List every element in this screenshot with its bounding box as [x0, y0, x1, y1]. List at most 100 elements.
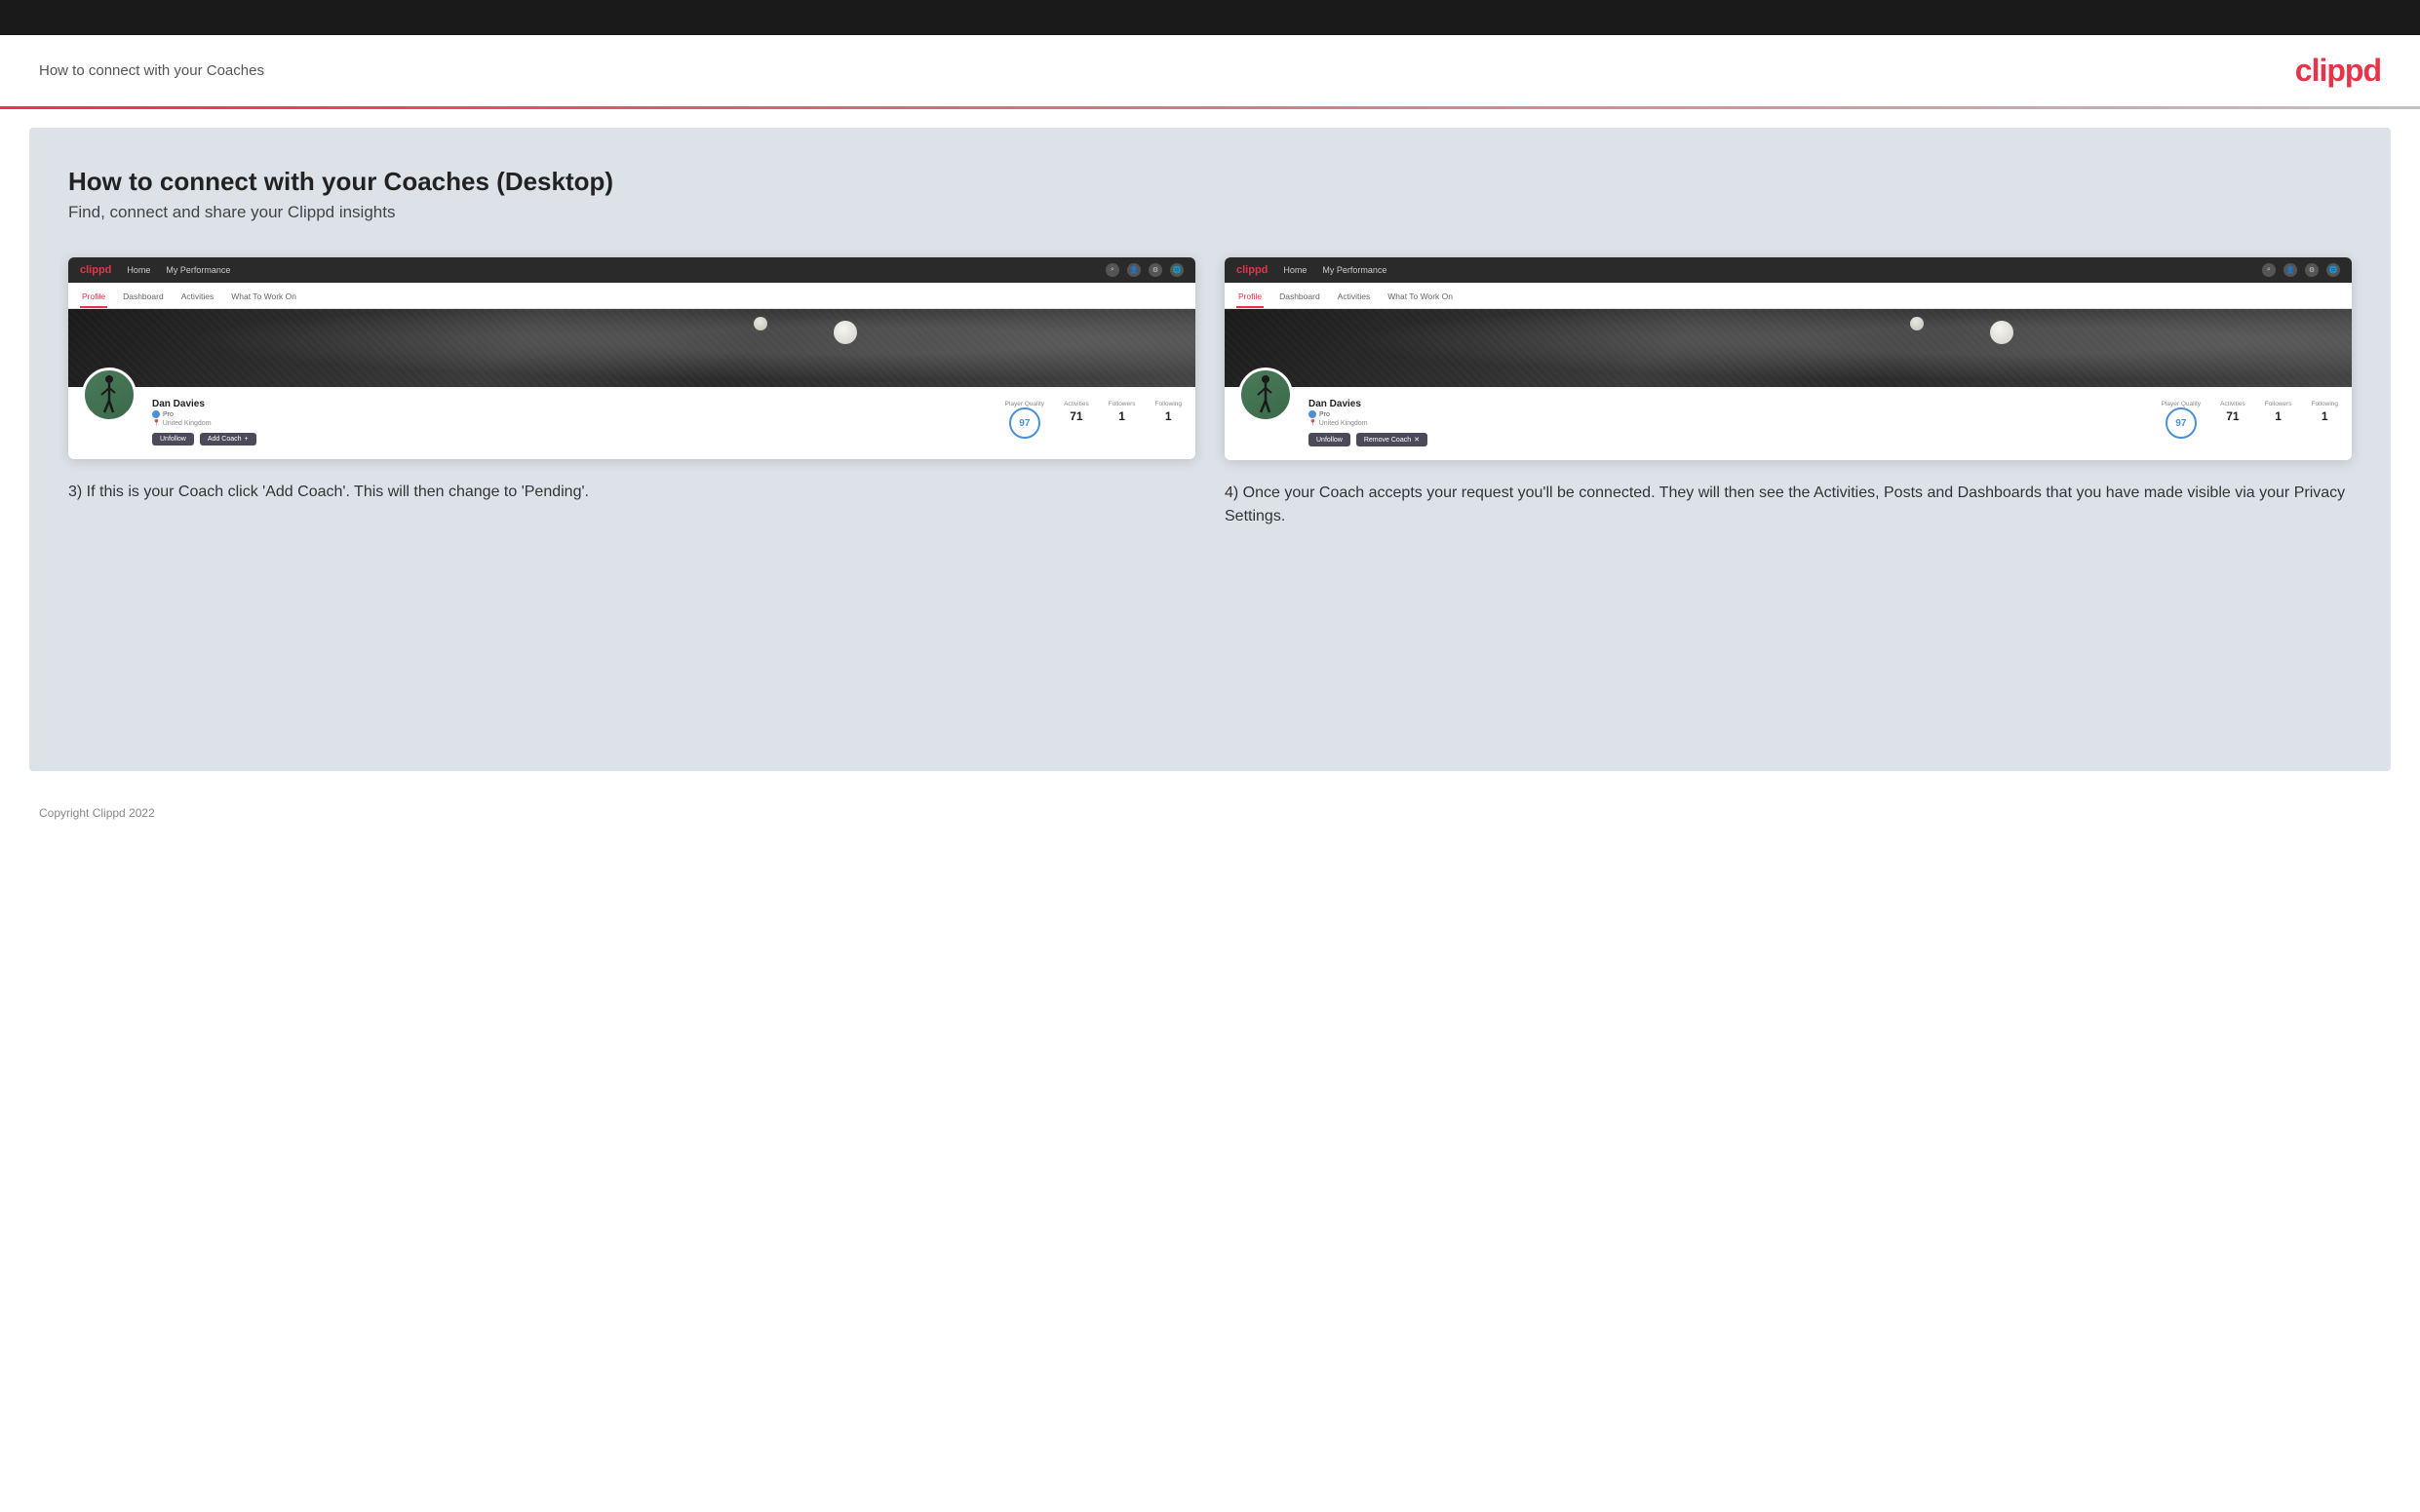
following-value-1: 1	[1165, 409, 1172, 423]
mock-logo-2: clippd	[1236, 264, 1268, 276]
golfer-silhouette-2	[1250, 373, 1281, 416]
footer: Copyright Clippd 2022	[0, 791, 2420, 835]
quality-label-1: Player Quality	[1005, 401, 1044, 407]
stat-followers-1: Followers 1	[1109, 401, 1136, 439]
add-icon-1: +	[245, 436, 249, 443]
action-buttons-2: Unfollow Remove Coach ✕	[1308, 433, 2138, 446]
followers-value-2: 1	[2275, 409, 2282, 423]
mock-hero-2	[1225, 309, 2352, 387]
copyright-text: Copyright Clippd 2022	[39, 806, 155, 820]
mock-nav-2: clippd Home My Performance ⌕ 👤 ⚙ 🌐	[1225, 257, 2352, 283]
location-1: 📍 United Kingdom	[152, 419, 982, 427]
location-pin-icon-1: 📍	[152, 419, 161, 427]
mock-stats-1: Player Quality 97 Activities 71 Follower…	[997, 401, 1182, 439]
stat-activities-2: Activities 71	[2220, 401, 2245, 439]
following-label-1: Following	[1155, 401, 1182, 407]
mock-hero-circle-small-1	[754, 317, 767, 330]
mock-nav-home-1: Home	[127, 265, 150, 275]
mock-profile-section-2: Dan Davies Pro 📍 United Kingdom Unfollow	[1225, 387, 2352, 460]
mock-profile-section-1: Dan Davies Pro 📍 United Kingdom Unfollow	[68, 387, 1195, 459]
activities-label-2: Activities	[2220, 401, 2245, 407]
location-text-1: United Kingdom	[163, 420, 212, 427]
mock-tabs-1: Profile Dashboard Activities What To Wor…	[68, 283, 1195, 309]
mock-stats-2: Player Quality 97 Activities 71 Follower…	[2154, 401, 2338, 439]
avatar-2	[1238, 368, 1293, 422]
quality-circle-2: 97	[2166, 407, 2197, 439]
tab-dashboard-1[interactable]: Dashboard	[121, 287, 166, 308]
mock-browser-1: clippd Home My Performance ⌕ 👤 ⚙ 🌐 Profi…	[68, 257, 1195, 459]
mock-hero-overlay-2	[1225, 309, 2352, 387]
tab-what-to-work-on-1[interactable]: What To Work On	[229, 287, 298, 308]
location-text-2: United Kingdom	[1319, 420, 1368, 427]
screenshot-col-1: clippd Home My Performance ⌕ 👤 ⚙ 🌐 Profi…	[68, 257, 1195, 528]
mock-tabs-2: Profile Dashboard Activities What To Wor…	[1225, 283, 2352, 309]
caption-2: 4) Once your Coach accepts your request …	[1225, 482, 2352, 528]
activities-value-1: 71	[1070, 409, 1082, 423]
player-role-2: Pro	[1319, 411, 1330, 418]
clippd-logo: clippd	[2295, 53, 2381, 89]
screenshots-row: clippd Home My Performance ⌕ 👤 ⚙ 🌐 Profi…	[68, 257, 2352, 528]
close-icon-remove-coach: ✕	[1414, 436, 1420, 444]
header-title: How to connect with your Coaches	[39, 62, 264, 79]
mock-hero-1	[68, 309, 1195, 387]
activities-value-2: 71	[2226, 409, 2239, 423]
globe-icon-1: 🌐	[1170, 263, 1184, 277]
mock-nav-home-2: Home	[1283, 265, 1307, 275]
main-content: How to connect with your Coaches (Deskto…	[29, 128, 2391, 771]
player-name-1: Dan Davies	[152, 399, 982, 409]
search-icon-2: ⌕	[2262, 263, 2276, 277]
player-badge-1: Pro	[152, 410, 982, 418]
followers-label-1: Followers	[1109, 401, 1136, 407]
caption-1: 3) If this is your Coach click 'Add Coac…	[68, 481, 1195, 504]
stat-quality-1: Player Quality 97	[1005, 401, 1044, 439]
top-bar	[0, 0, 2420, 35]
activities-label-1: Activities	[1064, 401, 1089, 407]
quality-circle-1: 97	[1009, 407, 1040, 439]
golfer-silhouette-1	[94, 373, 125, 416]
player-role-1: Pro	[163, 411, 174, 418]
unfollow-button-2[interactable]: Unfollow	[1308, 433, 1350, 446]
player-name-2: Dan Davies	[1308, 399, 2138, 409]
unfollow-button-1[interactable]: Unfollow	[152, 433, 194, 446]
mock-nav-icons-2: ⌕ 👤 ⚙ 🌐	[2262, 263, 2340, 277]
mock-logo-1: clippd	[80, 264, 111, 276]
tab-dashboard-2[interactable]: Dashboard	[1277, 287, 1322, 308]
screenshot-col-2: clippd Home My Performance ⌕ 👤 ⚙ 🌐 Profi…	[1225, 257, 2352, 528]
page-subheading: Find, connect and share your Clippd insi…	[68, 203, 2352, 222]
tab-activities-1[interactable]: Activities	[179, 287, 216, 308]
tab-activities-2[interactable]: Activities	[1336, 287, 1373, 308]
location-2: 📍 United Kingdom	[1308, 419, 2138, 427]
user-icon-1: 👤	[1127, 263, 1141, 277]
header: How to connect with your Coaches clippd	[0, 35, 2420, 108]
stat-following-1: Following 1	[1155, 401, 1182, 439]
stat-following-2: Following 1	[2312, 401, 2338, 439]
mock-nav-1: clippd Home My Performance ⌕ 👤 ⚙ 🌐	[68, 257, 1195, 283]
mock-nav-icons-1: ⌕ 👤 ⚙ 🌐	[1106, 263, 1184, 277]
followers-value-1: 1	[1118, 409, 1125, 423]
mock-profile-info-2: Dan Davies Pro 📍 United Kingdom Unfollow	[1308, 395, 2138, 446]
tab-profile-2[interactable]: Profile	[1236, 287, 1264, 308]
mock-hero-overlay-1	[68, 309, 1195, 387]
globe-icon-2: 🌐	[2326, 263, 2340, 277]
remove-coach-button[interactable]: Remove Coach ✕	[1356, 433, 1427, 446]
stat-quality-2: Player Quality 97	[2162, 401, 2201, 439]
page-heading: How to connect with your Coaches (Deskto…	[68, 167, 2352, 197]
location-pin-icon-2: 📍	[1308, 419, 1317, 427]
user-icon-2: 👤	[2283, 263, 2297, 277]
mock-nav-performance-2: My Performance	[1322, 265, 1386, 275]
settings-icon-2: ⚙	[2305, 263, 2319, 277]
followers-label-2: Followers	[2265, 401, 2292, 407]
add-coach-button-1[interactable]: Add Coach +	[200, 433, 256, 446]
mock-browser-2: clippd Home My Performance ⌕ 👤 ⚙ 🌐 Profi…	[1225, 257, 2352, 460]
tab-what-to-work-on-2[interactable]: What To Work On	[1386, 287, 1455, 308]
avatar-1	[82, 368, 137, 422]
following-label-2: Following	[2312, 401, 2338, 407]
stat-activities-1: Activities 71	[1064, 401, 1089, 439]
action-buttons-1: Unfollow Add Coach +	[152, 433, 982, 446]
stat-followers-2: Followers 1	[2265, 401, 2292, 439]
verified-icon-1	[152, 410, 160, 418]
search-icon-1: ⌕	[1106, 263, 1119, 277]
mock-avatar-wrap-2	[1238, 368, 1293, 422]
tab-profile-1[interactable]: Profile	[80, 287, 107, 308]
mock-hero-circle-small-2	[1910, 317, 1924, 330]
